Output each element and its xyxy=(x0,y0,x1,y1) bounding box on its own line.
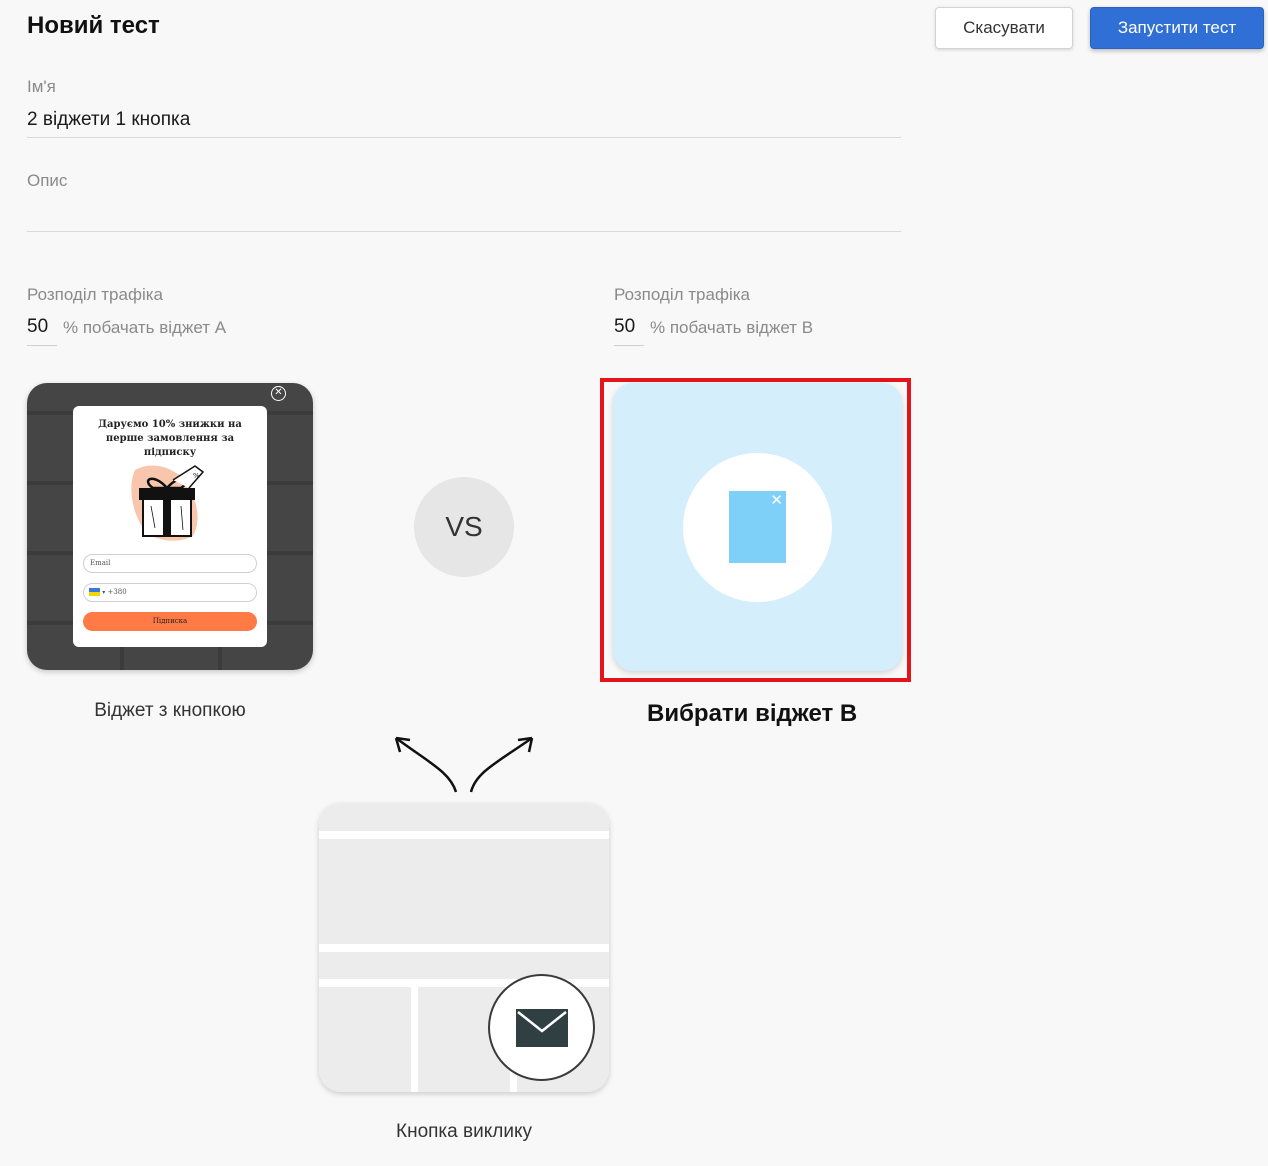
name-label: Ім'я xyxy=(27,77,56,96)
close-icon: ✕ xyxy=(770,492,783,509)
widget-b-placeholder[interactable]: ✕ xyxy=(613,383,902,671)
traffic-b-underline xyxy=(614,345,644,346)
phone-prefix: +380 xyxy=(107,588,127,596)
run-test-button[interactable]: Запустити тест xyxy=(1090,7,1264,49)
cancel-button[interactable]: Скасувати xyxy=(935,7,1073,49)
split-arrows-icon xyxy=(394,736,534,793)
description-label: Опис xyxy=(27,171,68,190)
svg-text:%: % xyxy=(193,472,200,480)
gift-icon: % xyxy=(131,465,205,541)
preview-bar-block xyxy=(319,952,609,979)
popup-document-icon: ✕ xyxy=(729,491,786,563)
widget-b-icon-circle: ✕ xyxy=(683,453,832,602)
traffic-b-input[interactable]: 50 xyxy=(614,316,635,338)
preview-header-block xyxy=(319,803,609,831)
name-underline xyxy=(27,137,901,138)
vs-badge: VS xyxy=(414,477,514,577)
traffic-a-input[interactable]: 50 xyxy=(27,316,48,338)
name-input[interactable]: 2 віджети 1 кнопка xyxy=(27,109,190,131)
close-icon: ✕ xyxy=(271,386,286,401)
preview-tile-block xyxy=(319,987,411,1092)
traffic-a-label: Розподіл трафіка xyxy=(27,285,163,304)
chevron-down-icon: ▾ xyxy=(102,589,106,596)
subscribe-button: Підписка xyxy=(83,612,257,631)
preview-hero-block xyxy=(319,839,609,944)
subscription-popup: Даруємо 10% знижки на перше замовлення з… xyxy=(73,406,267,647)
choose-widget-b-link[interactable]: Вибрати віджет B xyxy=(647,700,857,728)
page-title: Новий тест xyxy=(27,12,160,39)
trigger-caption: Кнопка виклику xyxy=(396,1121,532,1142)
widget-a-preview[interactable]: ✕ Даруємо 10% знижки на перше замовлення… xyxy=(27,383,313,670)
new-test-page: Новий тест Скасувати Запустити тест Ім'я… xyxy=(0,0,1268,1166)
traffic-b-label: Розподіл трафіка xyxy=(614,285,750,304)
description-underline xyxy=(27,231,901,232)
mail-trigger-button xyxy=(488,974,595,1081)
ukraine-flag-icon xyxy=(89,588,100,596)
description-input[interactable] xyxy=(27,200,901,224)
phone-field: ▾ +380 xyxy=(83,583,257,602)
email-field: Email xyxy=(83,554,257,573)
traffic-a-underline xyxy=(27,345,57,346)
traffic-a-suffix: % побачать віджет A xyxy=(63,318,227,337)
popup-title: Даруємо 10% знижки на перше замовлення з… xyxy=(98,419,242,458)
traffic-b-suffix: % побачать віджет B xyxy=(650,318,814,337)
widget-a-caption: Віджет з кнопкою xyxy=(94,700,246,721)
mail-icon xyxy=(515,1008,568,1047)
